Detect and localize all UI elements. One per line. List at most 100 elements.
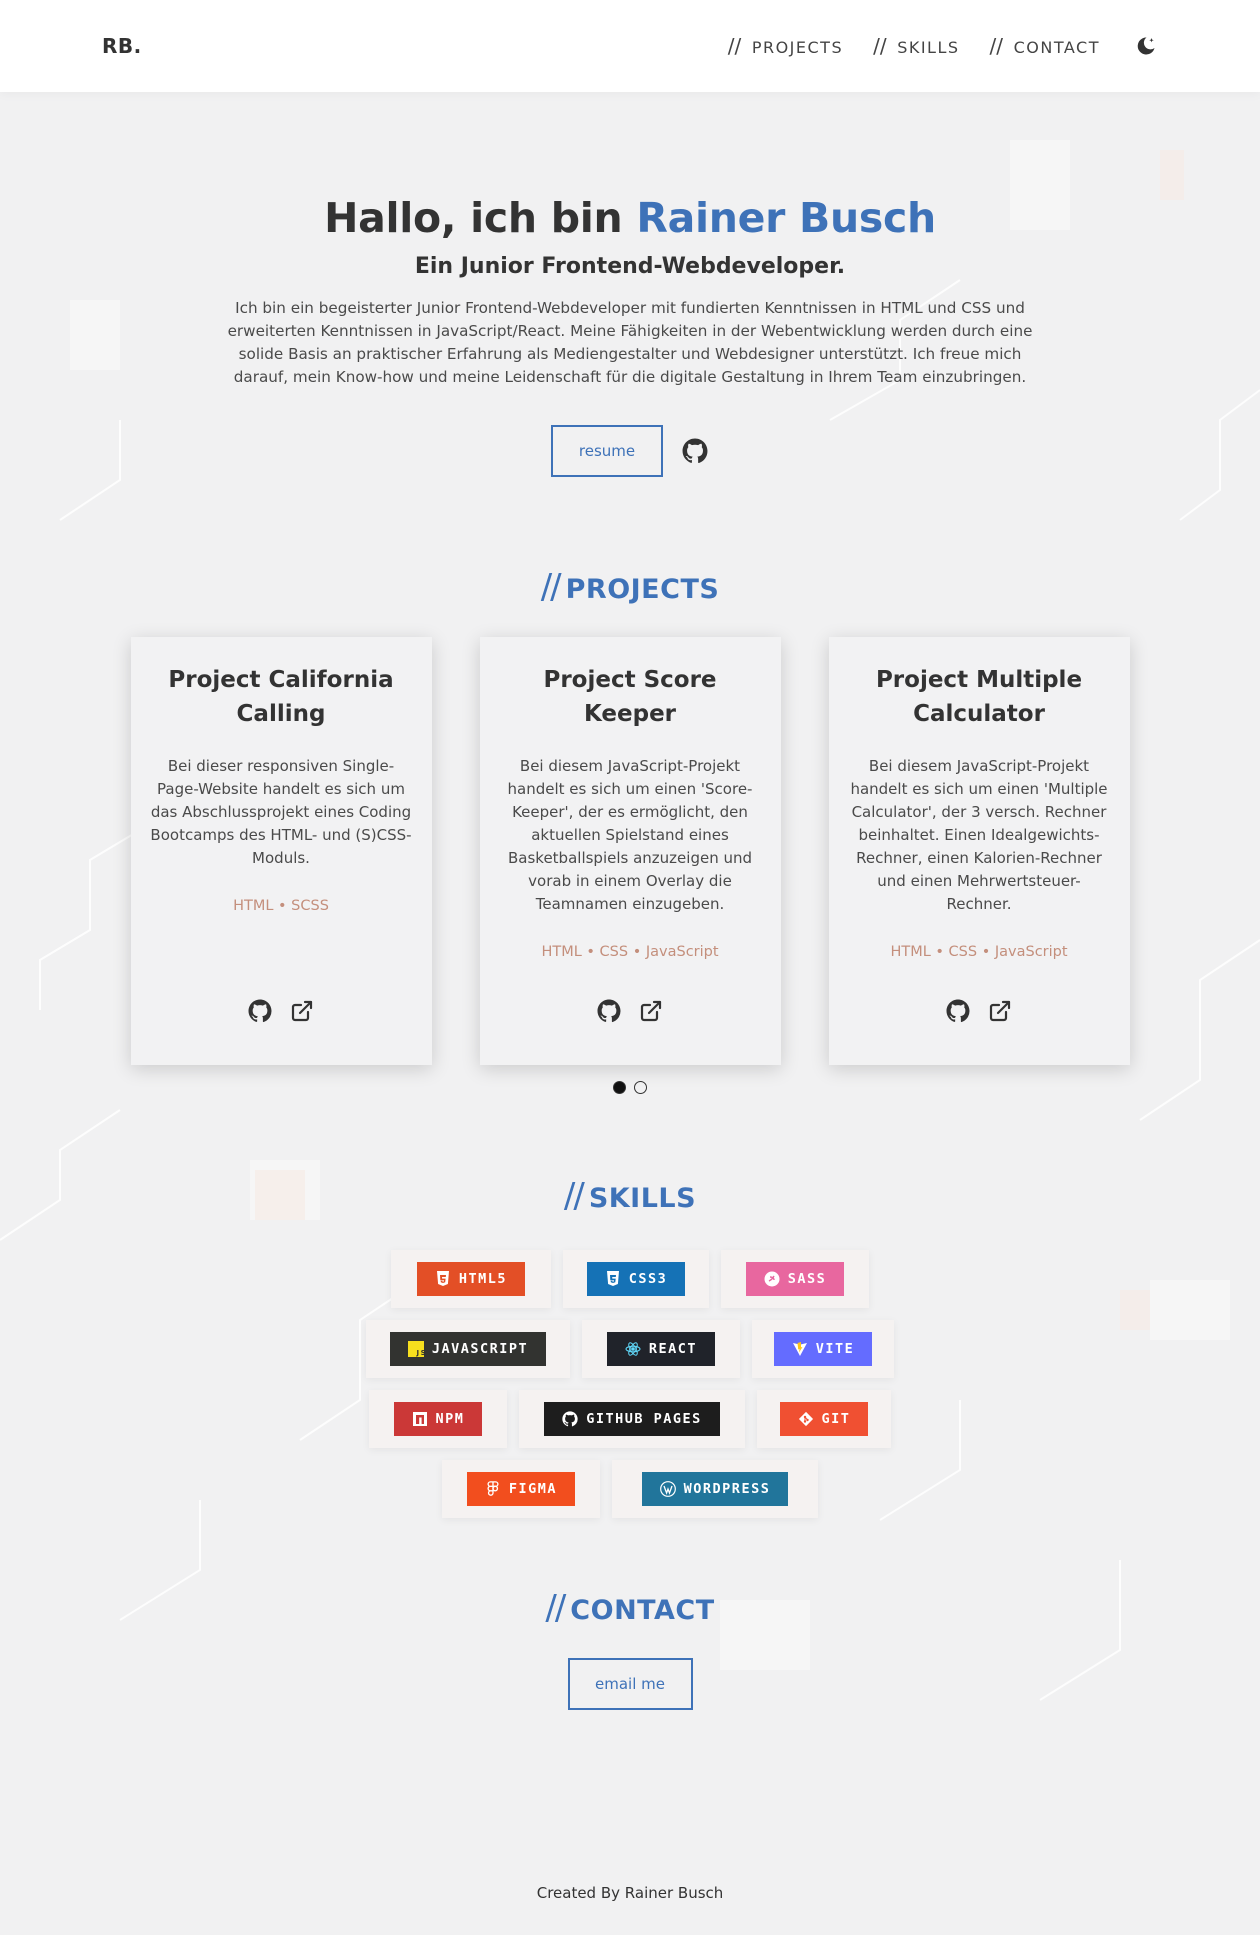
footer-credit: Created By Rainer Busch — [536, 1884, 724, 1902]
external-link-icon[interactable] — [986, 997, 1014, 1025]
carousel-pagination — [0, 1081, 1260, 1094]
external-link-icon[interactable] — [288, 997, 316, 1025]
project-title: Project Multiple Calculator — [875, 667, 1083, 727]
hero-subtitle: Ein Junior Frontend-Webdeveloper. — [414, 254, 846, 279]
project-links — [131, 997, 432, 1025]
skill-tile: WORDPRESS — [612, 1460, 818, 1518]
nav-link-projects[interactable]: // PROJECTS — [728, 34, 843, 58]
hero-greeting: Hallo, ich bin — [324, 194, 637, 242]
contact-actions: email me — [0, 1658, 1260, 1710]
skill-row: HTML5 CSS3 SASS — [0, 1250, 1260, 1308]
site-header: RB. // PROJECTS // SKILLS // CONTACT — [0, 0, 1260, 92]
skill-label: HTML5 — [458, 1271, 508, 1287]
skill-badge-vite: VITE — [773, 1332, 873, 1366]
hero-heading: Hallo, ich bin Rainer Busch — [0, 194, 1260, 242]
skill-label: CSS3 — [628, 1271, 668, 1287]
nav-slashes: // — [727, 34, 742, 58]
skill-row: NPM GITHUB PAGES GIT — [0, 1390, 1260, 1448]
project-card: Project Score Keeper Bei diesem JavaScri… — [479, 637, 781, 1065]
nav-label: PROJECTS — [751, 38, 844, 57]
contact-section: //CONTACT email me — [0, 1588, 1260, 1710]
skill-label: VITE — [815, 1341, 855, 1357]
github-icon[interactable] — [595, 997, 623, 1025]
project-description: Bei diesem JavaScript-Projekt handelt es… — [507, 757, 753, 913]
nav-label: CONTACT — [1013, 38, 1100, 57]
skill-badge-react: REACT — [606, 1332, 716, 1366]
resume-button[interactable]: resume — [551, 425, 663, 477]
main-nav: // PROJECTS // SKILLS // CONTACT — [698, 34, 1158, 58]
skill-badge-sass: SASS — [745, 1262, 845, 1296]
skill-badge-javascript: JS JAVASCRIPT — [389, 1332, 547, 1366]
project-links — [829, 997, 1130, 1025]
title-slashes: // — [545, 1588, 566, 1628]
project-description: Bei dieser responsiven Single-Page-Websi… — [150, 757, 412, 867]
skill-tile: HTML5 — [391, 1250, 551, 1308]
title-text: PROJECTS — [565, 574, 720, 605]
skill-badge-npm: NPM — [393, 1402, 483, 1436]
skill-badge-github-pages: GITHUB PAGES — [544, 1402, 720, 1436]
skill-row: JS JAVASCRIPT REACT VITE — [0, 1320, 1260, 1378]
skill-label: REACT — [648, 1341, 698, 1357]
title-slashes: // — [540, 567, 562, 607]
skill-badge-figma: FIGMA — [466, 1472, 576, 1506]
skill-label: GITHUB PAGES — [586, 1411, 702, 1427]
skill-tile: GITHUB PAGES — [519, 1390, 745, 1448]
external-link-icon[interactable] — [637, 997, 665, 1025]
skill-label: JAVASCRIPT — [431, 1341, 529, 1357]
skill-badge-css3: CSS3 — [586, 1262, 686, 1296]
skill-tile: SASS — [721, 1250, 869, 1308]
skill-badges: HTML5 CSS3 SASS J JAVASCRIPT REACT VITE … — [0, 1250, 1260, 1518]
skills-section: //SKILLS HTML5 CSS3 SASS J JAVASCRIPT RE… — [0, 1176, 1260, 1518]
email-me-button[interactable]: email me — [567, 1658, 693, 1710]
contact-title: //CONTACT — [0, 1588, 1260, 1628]
logo[interactable]: RB. — [102, 34, 142, 58]
project-description: Bei diesem JavaScript-Projekt handelt es… — [850, 757, 1108, 913]
skill-tile: CSS3 — [563, 1250, 709, 1308]
github-icon[interactable] — [246, 997, 274, 1025]
nav-slashes: // — [989, 34, 1004, 58]
project-links — [480, 997, 781, 1025]
project-card: Project Multiple Calculator Bei diesem J… — [828, 637, 1130, 1065]
github-icon — [562, 1411, 578, 1427]
site-footer: Created By Rainer Busch — [0, 1884, 1260, 1902]
skill-tile: GIT — [757, 1390, 891, 1448]
skill-row: FIGMA WORDPRESS — [0, 1460, 1260, 1518]
hero-name: Rainer Busch — [636, 194, 936, 242]
projects-section: //PROJECTS Project California Calling Be… — [0, 567, 1260, 1094]
github-icon[interactable] — [944, 997, 972, 1025]
nav-link-skills[interactable]: // SKILLS — [873, 34, 959, 58]
skill-tile: JS JAVASCRIPT — [366, 1320, 570, 1378]
skill-tile: NPM — [369, 1390, 507, 1448]
pagination-dot[interactable] — [634, 1081, 647, 1094]
wordpress-icon — [659, 1481, 676, 1497]
git-icon — [798, 1411, 814, 1427]
pagination-dot-active[interactable] — [613, 1081, 626, 1094]
project-card: Project California Calling Bei dieser re… — [130, 637, 432, 1065]
nav-link-contact[interactable]: // CONTACT — [990, 34, 1100, 58]
page: RB. // PROJECTS // SKILLS // CONTACT Hal… — [0, 0, 1260, 1935]
project-tags: HTML • CSS • JavaScript — [541, 944, 719, 960]
skill-tile: VITE — [752, 1320, 894, 1378]
title-text: SKILLS — [588, 1183, 697, 1214]
title-text: CONTACT — [570, 1595, 715, 1626]
npm-icon — [412, 1411, 428, 1427]
skill-badge-html5: HTML5 — [416, 1262, 526, 1296]
projects-title: //PROJECTS — [0, 567, 1260, 607]
css3-icon — [605, 1271, 621, 1287]
react-icon — [625, 1341, 641, 1357]
svg-text:JS: JS — [415, 1349, 424, 1357]
hero-actions: resume — [0, 425, 1260, 477]
hero-intro: Ich bin ein begeisterter Junior Frontend… — [227, 299, 1033, 386]
skill-tile: REACT — [582, 1320, 740, 1378]
hero-section: Hallo, ich bin Rainer Busch Ein Junior F… — [0, 92, 1260, 477]
project-cards: Project California Calling Bei dieser re… — [0, 637, 1260, 1065]
skill-label: WORDPRESS — [683, 1481, 771, 1497]
skill-label: SASS — [787, 1271, 827, 1287]
title-slashes: // — [563, 1176, 585, 1216]
skill-label: GIT — [821, 1411, 851, 1427]
skill-tile: FIGMA — [442, 1460, 600, 1518]
github-icon[interactable] — [681, 437, 709, 465]
vite-icon — [792, 1341, 808, 1357]
moon-star-icon[interactable] — [1134, 34, 1158, 58]
sass-icon — [764, 1271, 780, 1287]
